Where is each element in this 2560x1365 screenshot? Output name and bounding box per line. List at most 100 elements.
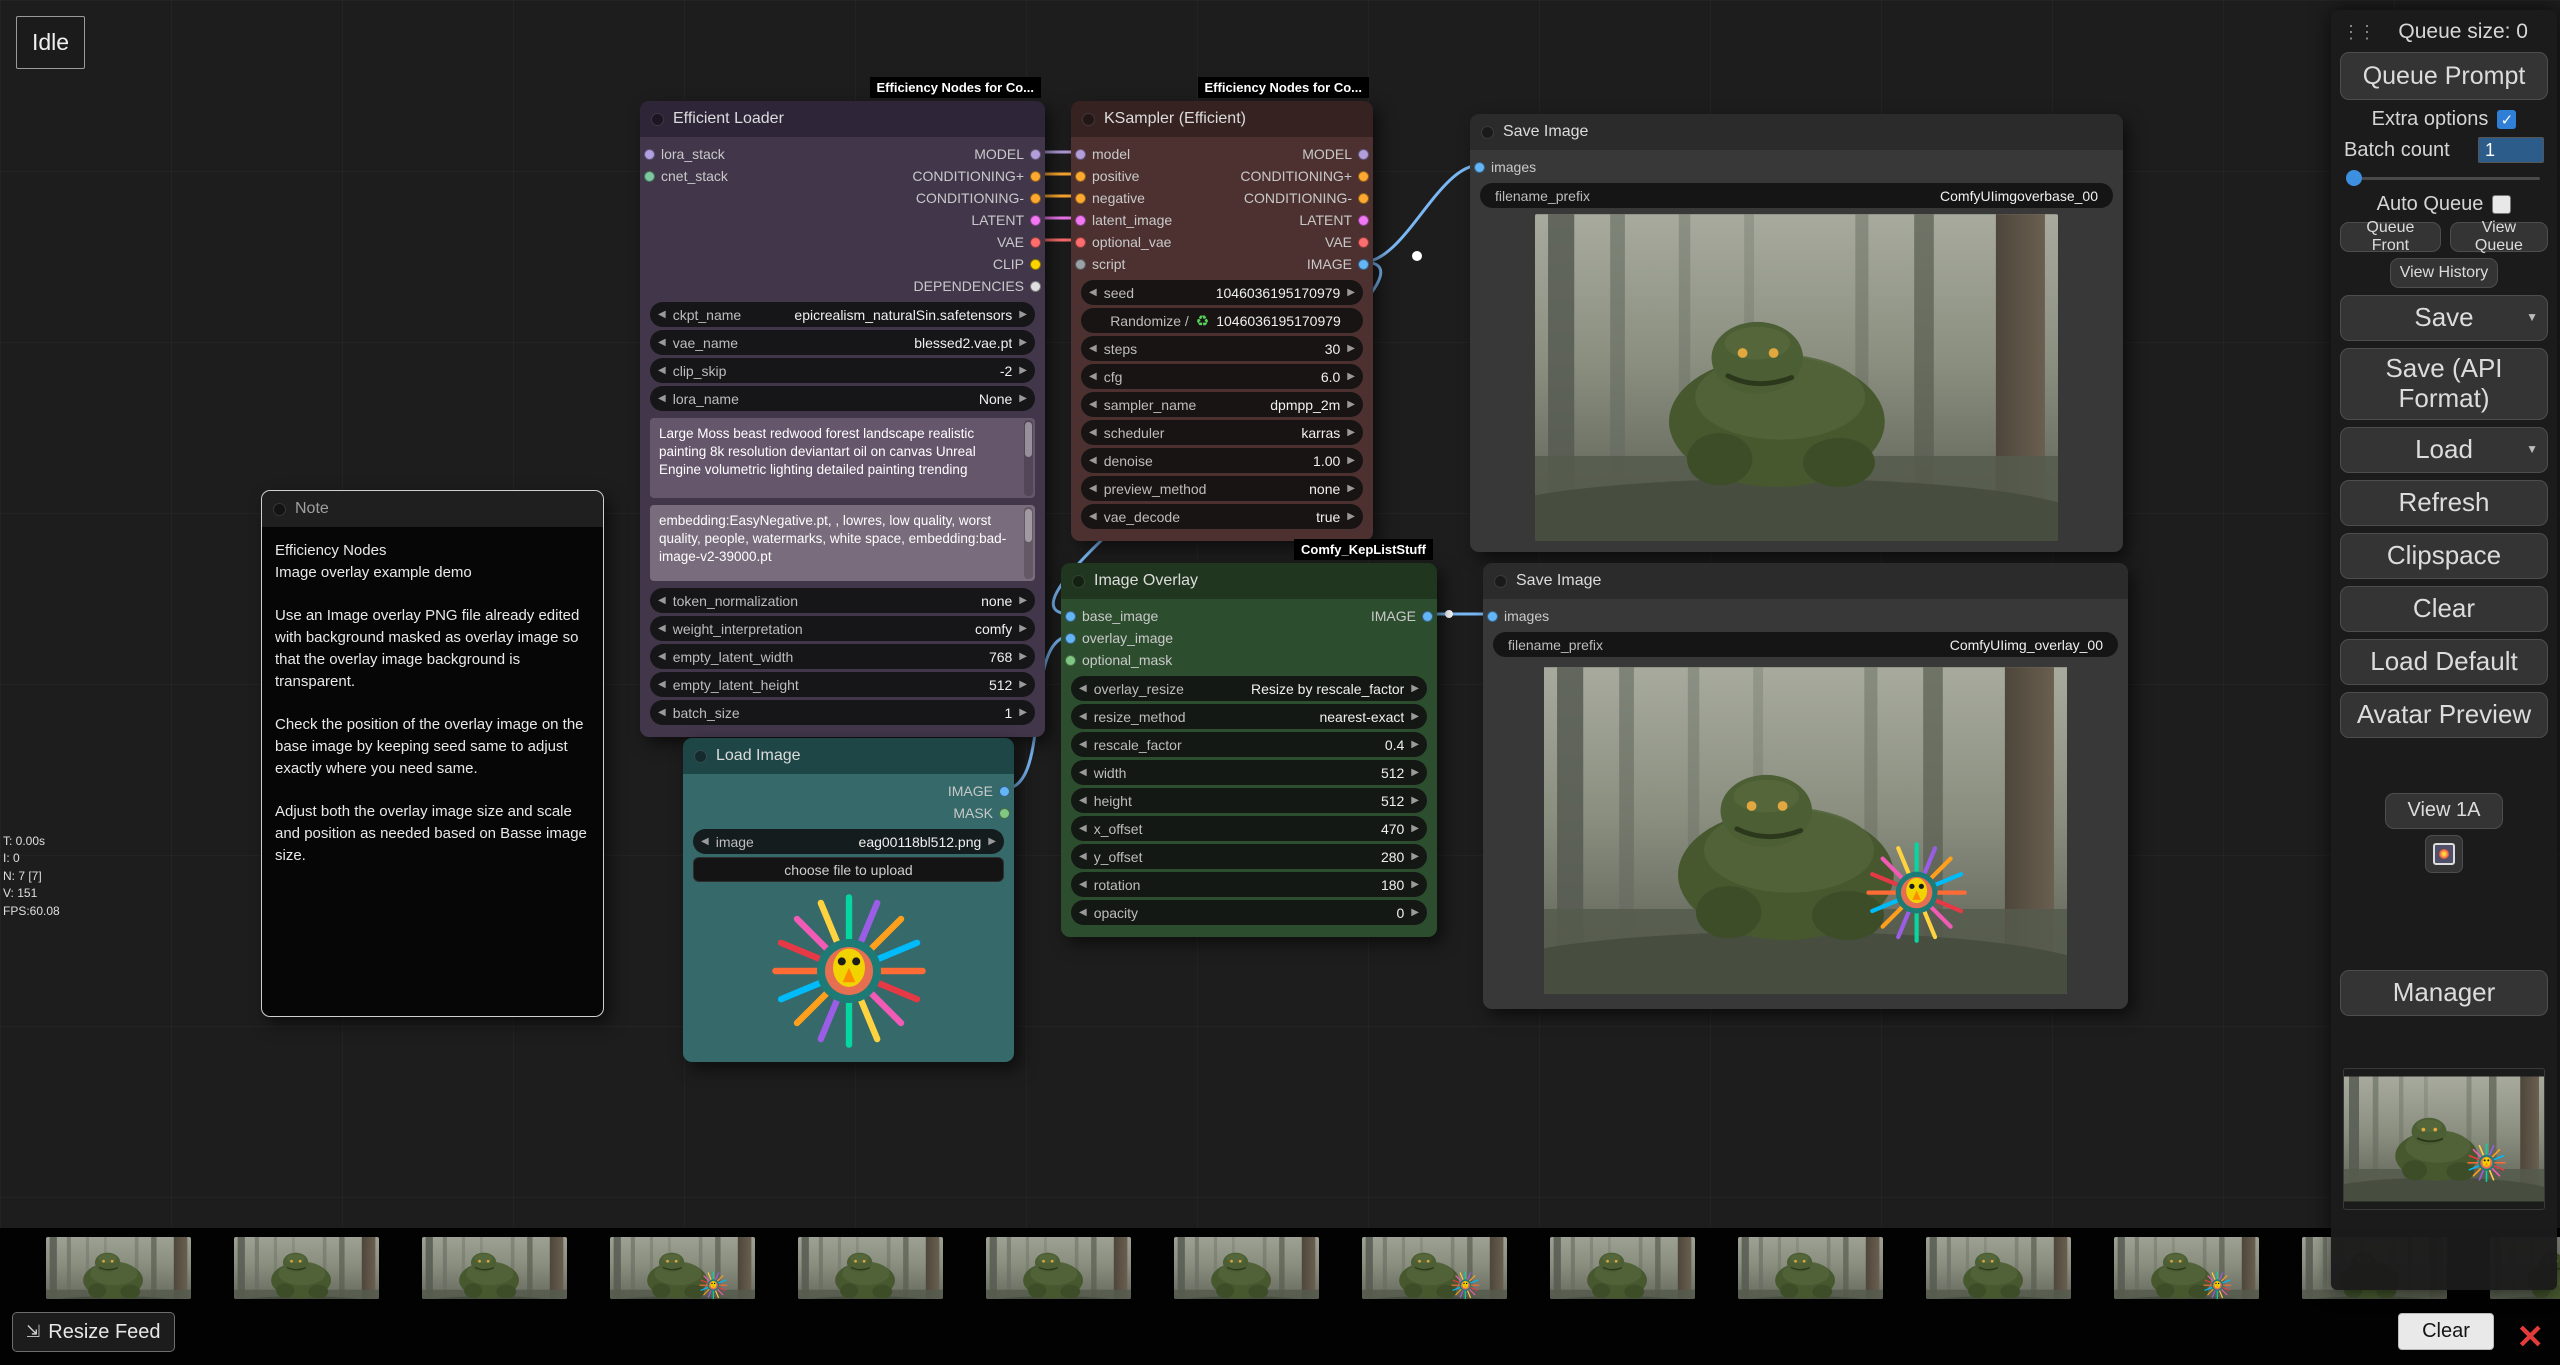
feed-thumbnail[interactable] (1738, 1237, 1911, 1308)
input-slot-images[interactable]: images (1487, 605, 1549, 627)
increment-arrow-icon[interactable]: ▶ (1347, 428, 1355, 438)
widget-empty-latent-height[interactable]: ◀empty_latent_height512▶ (650, 672, 1035, 697)
widget-vae-name[interactable]: ◀vae_nameblessed2.vae.pt▶ (650, 330, 1035, 355)
slider-thumb[interactable] (2346, 170, 2362, 186)
decrement-arrow-icon[interactable]: ◀ (1079, 824, 1087, 834)
queue-front-button[interactable]: Queue Front (2340, 222, 2441, 252)
decrement-arrow-icon[interactable]: ◀ (658, 680, 666, 690)
upload-file-button[interactable]: choose file to upload (693, 857, 1004, 882)
widget-steps[interactable]: ◀steps30▶ (1081, 336, 1363, 361)
increment-arrow-icon[interactable]: ▶ (1347, 344, 1355, 354)
increment-arrow-icon[interactable]: ▶ (1019, 596, 1027, 606)
widget-height[interactable]: ◀height512▶ (1071, 788, 1427, 813)
input-slot-latent-image[interactable]: latent_image (1075, 209, 1172, 231)
feed-thumbnail-sliver[interactable] (1889, 1237, 1911, 1299)
increment-arrow-icon[interactable]: ▶ (1019, 310, 1027, 320)
increment-arrow-icon[interactable]: ▶ (1019, 680, 1027, 690)
decrement-arrow-icon[interactable]: ◀ (658, 366, 666, 376)
input-slot-script[interactable]: script (1075, 253, 1172, 275)
close-feed-icon[interactable]: ✕ (2516, 1320, 2544, 1353)
increment-arrow-icon[interactable]: ▶ (1347, 288, 1355, 298)
increment-arrow-icon[interactable]: ▶ (1411, 824, 1419, 834)
slot-dot[interactable] (1030, 193, 1041, 204)
note-text[interactable]: Efficiency Nodes Image overlay example d… (262, 527, 603, 1016)
decrement-arrow-icon[interactable]: ◀ (658, 394, 666, 404)
save-api-format-button[interactable]: Save (API Format) (2340, 348, 2548, 420)
node-image-overlay[interactable]: Comfy_KepListStuff Image Overlay base_im… (1061, 563, 1437, 937)
slot-dot[interactable] (1065, 633, 1076, 644)
output-slot-image[interactable]: IMAGE (1240, 253, 1369, 275)
input-slot-optional-mask[interactable]: optional_mask (1065, 649, 1173, 671)
comfy-menu-panel[interactable]: ⋮⋮ Queue size: 0 Queue Prompt Extra opti… (2331, 10, 2557, 1290)
input-slot-model[interactable]: model (1075, 143, 1172, 165)
slot-dot[interactable] (1030, 171, 1041, 182)
widget-width[interactable]: ◀width512▶ (1071, 760, 1427, 785)
feed-thumbnail[interactable] (1362, 1237, 1535, 1308)
output-slot-model[interactable]: MODEL (912, 143, 1041, 165)
widget-filename-prefix[interactable]: filename_prefixComfyUIimgoverbase_00 (1480, 183, 2113, 208)
latest-result-thumbnail[interactable] (2343, 1068, 2545, 1210)
increment-arrow-icon[interactable]: ▶ (1411, 880, 1419, 890)
positive-prompt-textarea[interactable]: Large Moss beast redwood forest landscap… (650, 418, 1035, 498)
slot-dot[interactable] (999, 808, 1010, 819)
feed-clear-button[interactable]: Clear (2398, 1313, 2494, 1350)
decrement-arrow-icon[interactable]: ◀ (658, 652, 666, 662)
decrement-arrow-icon[interactable]: ◀ (1089, 456, 1097, 466)
increment-arrow-icon[interactable]: ▶ (1411, 796, 1419, 806)
collapse-dot[interactable] (1494, 575, 1507, 588)
load-button[interactable]: Load▼ (2340, 427, 2548, 473)
input-slot-lora-stack[interactable]: lora_stack (644, 143, 728, 165)
decrement-arrow-icon[interactable]: ◀ (658, 624, 666, 634)
widget-rescale-factor[interactable]: ◀rescale_factor0.4▶ (1071, 732, 1427, 757)
node-header[interactable]: Load Image (683, 738, 1014, 774)
feed-thumbnail-sliver[interactable] (949, 1237, 971, 1299)
input-slot-overlay-image[interactable]: overlay_image (1065, 627, 1173, 649)
slot-dot[interactable] (1030, 215, 1041, 226)
widget-filename-prefix[interactable]: filename_prefixComfyUIimg_overlay_00 (1493, 632, 2118, 657)
widget-preview-method[interactable]: ◀preview_methodnone▶ (1081, 476, 1363, 501)
increment-arrow-icon[interactable]: ▶ (988, 837, 996, 847)
increment-arrow-icon[interactable]: ▶ (1347, 512, 1355, 522)
slot-dot[interactable] (1030, 259, 1041, 270)
dropdown-arrow-icon[interactable]: ▼ (2526, 311, 2538, 325)
dropdown-arrow-icon[interactable]: ▼ (2526, 443, 2538, 457)
collapse-dot[interactable] (1481, 126, 1494, 139)
increment-arrow-icon[interactable]: ▶ (1411, 712, 1419, 722)
refresh-button[interactable]: Refresh (2340, 480, 2548, 526)
widget-token-normalization[interactable]: ◀token_normalizationnone▶ (650, 588, 1035, 613)
node-save-image-overlay[interactable]: Save Image images filename_prefixComfyUI… (1483, 563, 2128, 1009)
collapse-dot[interactable] (1082, 113, 1095, 126)
decrement-arrow-icon[interactable]: ◀ (1079, 908, 1087, 918)
increment-arrow-icon[interactable]: ▶ (1411, 740, 1419, 750)
manager-button[interactable]: Manager (2340, 970, 2548, 1016)
slot-dot[interactable] (1358, 149, 1369, 160)
collapse-dot[interactable] (651, 113, 664, 126)
decrement-arrow-icon[interactable]: ◀ (1079, 796, 1087, 806)
increment-arrow-icon[interactable]: ▶ (1019, 394, 1027, 404)
input-slot-images[interactable]: images (1474, 156, 1536, 178)
view-queue-button[interactable]: View Queue (2450, 222, 2548, 252)
decrement-arrow-icon[interactable]: ◀ (1079, 852, 1087, 862)
feed-thumbnail[interactable] (1550, 1237, 1723, 1308)
increment-arrow-icon[interactable]: ▶ (1411, 908, 1419, 918)
decrement-arrow-icon[interactable]: ◀ (1079, 712, 1087, 722)
feed-thumbnail[interactable] (986, 1237, 1159, 1308)
feed-thumbnail-sliver[interactable] (1137, 1237, 1159, 1299)
node-note[interactable]: Note Efficiency Nodes Image overlay exam… (261, 490, 604, 1017)
node-header[interactable]: Save Image (1470, 114, 2123, 150)
decrement-arrow-icon[interactable]: ◀ (1079, 880, 1087, 890)
output-slot-model[interactable]: MODEL (1240, 143, 1369, 165)
feed-thumbnail[interactable] (1926, 1237, 2099, 1308)
widget-y-offset[interactable]: ◀y_offset280▶ (1071, 844, 1427, 869)
decrement-arrow-icon[interactable]: ◀ (1079, 740, 1087, 750)
decrement-arrow-icon[interactable]: ◀ (658, 708, 666, 718)
widget-denoise[interactable]: ◀denoise1.00▶ (1081, 448, 1363, 473)
output-slot-mask[interactable]: MASK (948, 802, 1010, 824)
slot-dot[interactable] (1075, 149, 1086, 160)
decrement-arrow-icon[interactable]: ◀ (1079, 684, 1087, 694)
extra-options-checkbox[interactable]: ✓ (2497, 110, 2516, 129)
slot-dot[interactable] (999, 786, 1010, 797)
slot-dot[interactable] (644, 149, 655, 160)
decrement-arrow-icon[interactable]: ◀ (701, 837, 709, 847)
decrement-arrow-icon[interactable]: ◀ (1089, 484, 1097, 494)
